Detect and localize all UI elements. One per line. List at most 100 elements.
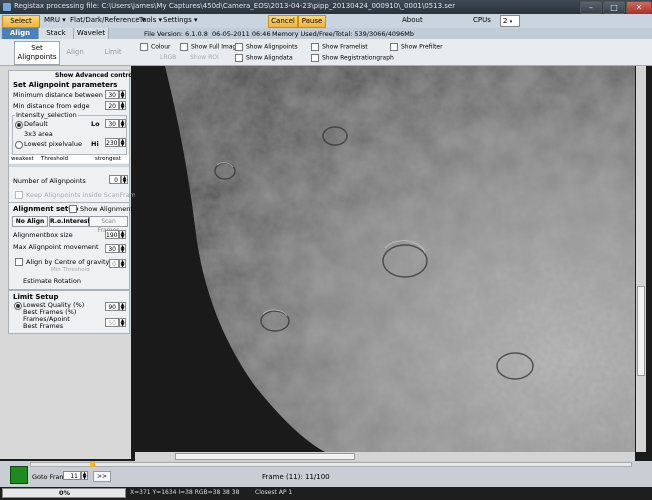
frame-slider-thumb[interactable] <box>90 461 95 467</box>
keep-alignpoints-label: Keep Alignpoints inside ScanFrame <box>26 191 140 199</box>
show-aligndata-checkbox[interactable] <box>235 54 243 62</box>
image-view[interactable] <box>135 66 635 452</box>
select-button[interactable]: Select <box>2 15 40 28</box>
show-prefilter-checkbox[interactable] <box>390 43 398 51</box>
show-aligndata-option[interactable]: Show Aligndata <box>235 54 293 62</box>
hi-stepper[interactable]: ▲ ▼ <box>119 138 126 148</box>
progress-bar: 0% <box>2 488 126 498</box>
align-centre-input[interactable]: 0 <box>109 259 119 268</box>
close-button[interactable]: ✕ <box>626 1 652 14</box>
pause-button[interactable]: Pause <box>298 15 326 28</box>
menu-flat-dark-reference[interactable]: Flat/Dark/Reference ▾ <box>70 16 145 24</box>
chevron-down-icon: ▾ <box>509 19 513 25</box>
app-icon <box>3 3 11 11</box>
min-distance-between-input[interactable]: 30 <box>105 90 119 99</box>
scan-frames-button[interactable]: Scan Frames <box>89 216 128 234</box>
tab-align[interactable]: Align <box>2 28 39 39</box>
show-registrationgraph-label: Show Registrationgraph <box>322 54 394 62</box>
goto-frame-input[interactable]: 11 <box>63 471 81 480</box>
show-alignment-checkbox[interactable] <box>69 205 77 213</box>
colour-checkbox[interactable] <box>140 43 148 51</box>
align-centre-label: Align by Centre of gravity <box>26 258 110 266</box>
menu-settings-label: Settings <box>163 16 192 24</box>
menu-mru[interactable]: MRU ▾ <box>44 16 66 24</box>
vertical-scrollbar[interactable] <box>636 66 646 452</box>
cpus-label: CPUs <box>473 16 491 24</box>
menu-tools[interactable]: Tools ▾ <box>139 16 162 24</box>
default-radio[interactable] <box>15 121 23 129</box>
goto-frame-button[interactable]: >> <box>93 471 111 482</box>
subtab-set-alignpoints[interactable]: Set Alignpoints <box>14 41 60 65</box>
show-full-image-option[interactable]: Show Full Image <box>180 43 240 51</box>
number-of-alignpoints-stepper[interactable]: ▲ ▼ <box>121 175 128 185</box>
horizontal-scroll-thumb[interactable] <box>175 453 355 460</box>
menu-about[interactable]: About <box>402 16 423 24</box>
lowest-quality-stepper[interactable]: ▲ ▼ <box>119 302 126 312</box>
show-alignpoints-option[interactable]: Show Alignpoints <box>235 43 298 51</box>
alignmentbox-size-input[interactable]: 190 <box>105 230 119 239</box>
cursor-readout: X=371 Y=1634 I=38 RGB=38 38 38 <box>130 489 240 496</box>
maximize-button[interactable]: □ <box>603 1 625 14</box>
status-bar: 0% X=371 Y=1634 I=38 RGB=38 38 38 Closes… <box>0 487 652 500</box>
area-3x3-label[interactable]: 3x3 area <box>24 130 53 138</box>
min-distance-between-stepper[interactable]: ▲ ▼ <box>119 90 126 100</box>
tab-wavelet[interactable]: Wavelet <box>74 28 109 39</box>
hi-input[interactable]: 230 <box>105 138 119 147</box>
limit-setup-title: Limit Setup <box>13 293 59 301</box>
menu-settings[interactable]: Settings ▾ <box>163 16 197 24</box>
min-distance-edge-input[interactable]: 20 <box>105 101 119 110</box>
lo-input[interactable]: 30 <box>105 119 119 128</box>
threshold-track[interactable] <box>9 164 129 167</box>
frame-info: Frame (11): 11/100 <box>262 473 330 481</box>
no-align-button[interactable]: No Align <box>12 216 48 227</box>
horizontal-scrollbar[interactable] <box>135 452 635 461</box>
show-alignpoints-checkbox[interactable] <box>235 43 243 51</box>
show-advanced-controls[interactable]: Show Advanced controls <box>55 72 138 79</box>
moon-image <box>135 66 635 452</box>
show-registrationgraph-option[interactable]: Show Registrationgraph <box>311 54 394 62</box>
show-prefilter-option[interactable]: Show Prefilter <box>390 43 443 51</box>
cpus-select[interactable]: 2 ▾ <box>500 15 520 27</box>
max-movement-input[interactable]: 30 <box>105 244 119 253</box>
frame-slider[interactable] <box>30 462 632 467</box>
menu-tools-label: Tools <box>139 16 157 24</box>
minimize-button[interactable]: – <box>580 1 602 14</box>
show-framelist-option[interactable]: Show Framelist <box>311 43 368 51</box>
options-bar: Set Alignpoints Align Limit Colour LRGB … <box>0 39 652 66</box>
goto-frame-stepper[interactable]: ▲ ▼ <box>81 471 88 481</box>
best-frames-stepper[interactable]: ▲ ▼ <box>119 318 126 328</box>
show-registrationgraph-checkbox[interactable] <box>311 54 319 62</box>
subtab-set-alignpoints-label: Set Alignpoints <box>17 44 57 61</box>
align-centre-checkbox[interactable] <box>15 258 23 266</box>
align-centre-option[interactable]: Align by Centre of gravity <box>15 258 109 266</box>
max-movement-label: Max Alignpoint movement <box>13 243 99 251</box>
lowest-quality-radio[interactable] <box>14 302 22 310</box>
vertical-scroll-thumb[interactable] <box>637 286 645 376</box>
subtab-align[interactable]: Align <box>60 41 90 63</box>
subtab-limit[interactable]: Limit <box>96 41 130 63</box>
tab-stack[interactable]: Stack <box>39 28 74 39</box>
best-frames-label: Best Frames <box>23 322 64 330</box>
file-version: File Version: 6.1.0.8 <box>144 30 208 38</box>
lowest-pixel-radio[interactable] <box>15 141 23 149</box>
show-framelist-checkbox[interactable] <box>311 43 319 51</box>
lowest-quality-input[interactable]: 90 <box>105 302 119 311</box>
alignmentbox-size-stepper[interactable]: ▲ ▼ <box>119 230 126 240</box>
number-of-alignpoints-input[interactable]: 0 <box>109 175 121 184</box>
show-full-image-checkbox[interactable] <box>180 43 188 51</box>
green-status-indicator <box>10 466 28 484</box>
best-frames-input[interactable]: 50 <box>105 318 119 327</box>
min-distance-edge-stepper[interactable]: ▲ ▼ <box>119 101 126 111</box>
colour-option[interactable]: Colour <box>140 43 170 51</box>
show-alignment-option[interactable]: Show Alignment <box>69 205 133 213</box>
cancel-button[interactable]: Cancel <box>268 15 298 28</box>
default-label: Default <box>24 120 48 128</box>
align-centre-stepper[interactable]: ▲ ▼ <box>119 259 126 269</box>
memory-usage: Memory Used/Free/Total: 539/3066/4096Mb <box>272 30 414 38</box>
progress-label: 0% <box>59 489 71 497</box>
estimate-rotation-option[interactable]: Estimate Rotation <box>23 277 81 285</box>
roi-button[interactable]: R.o.Interest <box>49 216 90 227</box>
max-movement-stepper[interactable]: ▲ ▼ <box>119 244 126 254</box>
build-date: 06-05-2011 06:46 <box>212 30 271 38</box>
lo-stepper[interactable]: ▲ ▼ <box>119 119 126 129</box>
